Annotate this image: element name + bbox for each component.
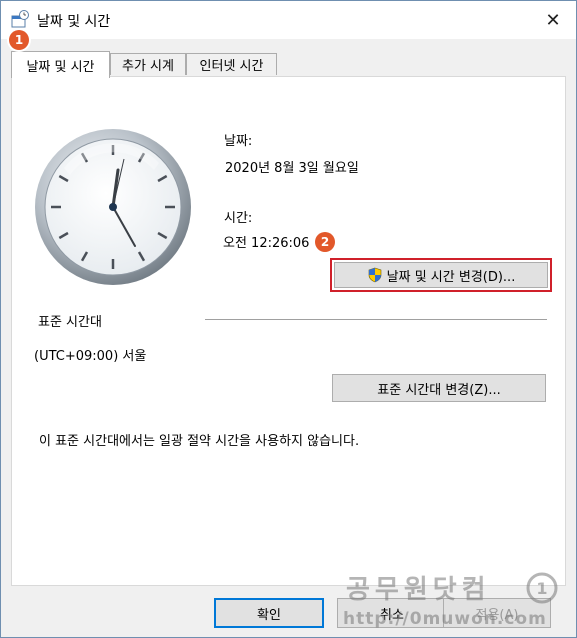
ok-label: 확인 [257, 607, 281, 623]
change-date-time-button[interactable]: 날짜 및 시간 변경(D)... [334, 262, 548, 288]
time-label: 시간: [224, 211, 253, 226]
step-badge-1: 1 [9, 30, 29, 50]
timezone-heading: 표준 시간대 [38, 315, 102, 330]
analog-clock-icon [35, 129, 191, 285]
tab-label: 추가 시계 [122, 59, 174, 74]
title-bar[interactable]: 날짜 및 시간 ✕ [1, 1, 576, 39]
timezone-value: (UTC+09:00) 서울 [34, 349, 147, 364]
ok-button[interactable]: 확인 [214, 598, 324, 628]
dst-note: 이 표준 시간대에서는 일광 절약 시간을 사용하지 않습니다. [39, 434, 360, 449]
date-value: 2020년 8월 3일 월요일 [225, 161, 359, 176]
watermark-logo-icon: 1 [526, 572, 558, 604]
tab-date-time[interactable]: 날짜 및 시간 [11, 51, 110, 78]
dialog-window: 날짜 및 시간 ✕ 1 날짜 및 시간 추가 시계 인터넷 시간 날짜: 202… [0, 0, 577, 638]
svg-text:1: 1 [536, 579, 547, 598]
step-badge-2: 2 [315, 232, 335, 252]
close-button[interactable]: ✕ [530, 1, 576, 39]
window-title: 날짜 및 시간 [37, 14, 111, 30]
tab-label: 인터넷 시간 [199, 59, 264, 74]
change-date-time-label: 날짜 및 시간 변경(D)... [386, 269, 516, 285]
time-value: 오전 12:26:06 [223, 236, 310, 251]
close-icon: ✕ [545, 9, 561, 31]
watermark-url: http://0muwon.com [343, 609, 547, 629]
change-timezone-label: 표준 시간대 변경(Z)... [377, 382, 501, 398]
tab-internet-time[interactable]: 인터넷 시간 [186, 53, 277, 75]
date-label: 날짜: [224, 134, 253, 149]
tab-additional-clocks[interactable]: 추가 시계 [110, 53, 186, 75]
date-time-app-icon [11, 10, 29, 28]
tab-label: 날짜 및 시간 [26, 59, 95, 75]
change-timezone-button[interactable]: 표준 시간대 변경(Z)... [332, 374, 546, 402]
uac-shield-icon [368, 267, 381, 283]
timezone-separator [205, 319, 547, 320]
tab-panel: 날짜: 2020년 8월 3일 월요일 시간: 오전 12:26:06 2 날짜… [11, 76, 566, 586]
watermark-title: 공무원닷컴 [346, 575, 491, 605]
